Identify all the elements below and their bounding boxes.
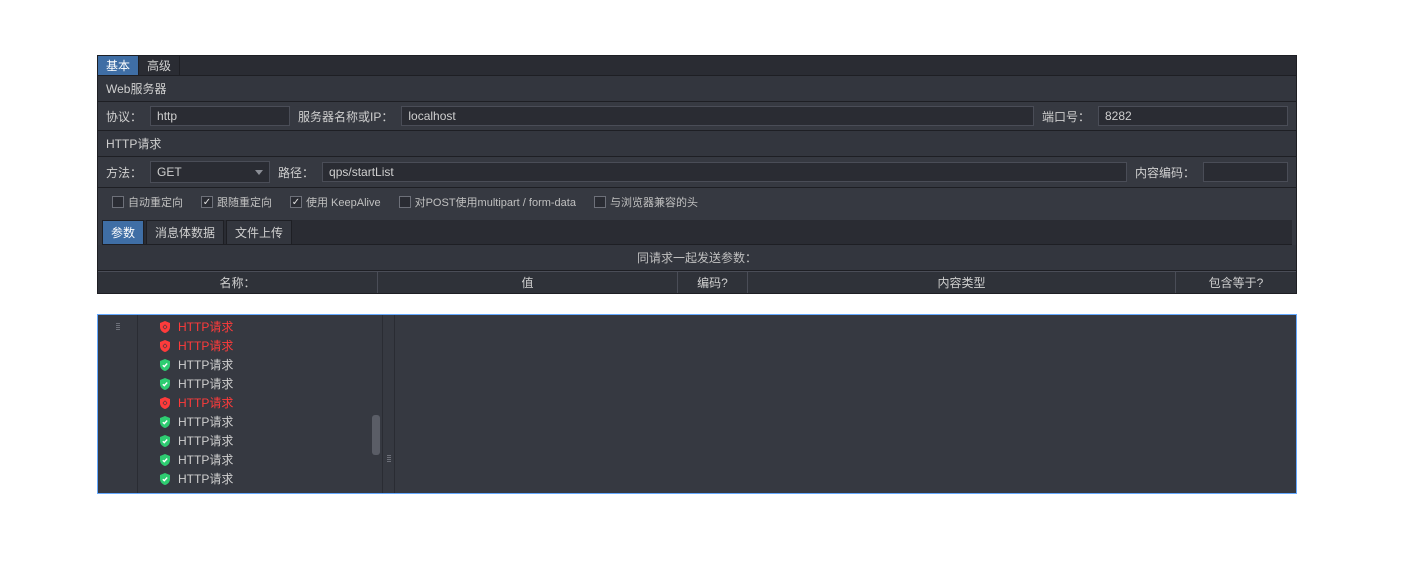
options-row: 自动重定向 跟随重定向 使用 KeepAlive 对POST使用multipar… (98, 188, 1296, 216)
col-name[interactable]: 名称： (98, 272, 378, 293)
tab-basic[interactable]: 基本 (98, 56, 139, 75)
tree-item[interactable]: HTTP请求 (138, 317, 382, 336)
method-value: GET (157, 165, 182, 179)
path-label: 路径： (278, 164, 314, 181)
col-encode[interactable]: 编码? (678, 272, 748, 293)
subtab-params[interactable]: 参数 (102, 220, 144, 244)
param-header: 同请求一起发送参数： (98, 245, 1296, 271)
param-table-header: 名称： 值 编码? 内容类型 包含等于? (98, 271, 1296, 293)
tree-item-label: HTTP请求 (178, 394, 233, 411)
follow-redirect-checkbox[interactable]: 跟随重定向 (201, 194, 272, 210)
encoding-label: 内容编码： (1135, 164, 1195, 181)
server-label: 服务器名称或IP： (298, 108, 393, 125)
tree-item[interactable]: HTTP请求 (138, 412, 382, 431)
shield-ok-icon (158, 358, 172, 372)
web-server-title: Web服务器 (98, 76, 1296, 102)
server-input[interactable] (401, 106, 1034, 126)
param-subtabs: 参数 消息体数据 文件上传 (102, 220, 1292, 245)
left-gutter (98, 315, 138, 493)
http-request-row: 方法： GET 路径： 内容编码： (98, 157, 1296, 188)
splitter[interactable] (383, 315, 395, 493)
tree-item-label: HTTP请求 (178, 337, 233, 354)
protocol-label: 协议： (106, 108, 142, 125)
tree-item-label: HTTP请求 (178, 318, 233, 335)
shield-ok-icon (158, 415, 172, 429)
col-value[interactable]: 值 (378, 272, 678, 293)
port-input[interactable] (1098, 106, 1288, 126)
subtab-files[interactable]: 文件上传 (226, 220, 292, 244)
keepalive-checkbox[interactable]: 使用 KeepAlive (290, 194, 381, 210)
tab-advanced[interactable]: 高级 (139, 56, 180, 75)
details-area (395, 315, 1296, 493)
shield-ok-icon (158, 434, 172, 448)
method-select[interactable]: GET (150, 161, 270, 183)
browser-head-checkbox[interactable]: 与浏览器兼容的头 (594, 194, 698, 210)
multipart-checkbox[interactable]: 对POST使用multipart / form-data (399, 194, 576, 210)
shield-error-icon (158, 339, 172, 353)
path-input[interactable] (322, 162, 1127, 182)
shield-error-icon (158, 396, 172, 410)
tree-item[interactable]: HTTP请求 (138, 450, 382, 469)
encoding-input[interactable] (1203, 162, 1288, 182)
shield-error-icon (158, 320, 172, 334)
http-request-title: HTTP请求 (98, 131, 1296, 157)
config-tabs: 基本 高级 (98, 56, 1296, 76)
scrollbar-thumb[interactable] (372, 415, 380, 455)
tree-item[interactable]: HTTP请求 (138, 355, 382, 374)
tree-item-label: HTTP请求 (178, 375, 233, 392)
col-ctype[interactable]: 内容类型 (748, 272, 1176, 293)
auto-redirect-checkbox[interactable]: 自动重定向 (112, 194, 183, 210)
shield-ok-icon (158, 472, 172, 486)
tree-item[interactable]: HTTP请求 (138, 393, 382, 412)
shield-ok-icon (158, 453, 172, 467)
tree-item-label: HTTP请求 (178, 432, 233, 449)
tree-item[interactable]: HTTP请求 (138, 336, 382, 355)
chevron-down-icon (255, 170, 263, 175)
tree-item-label: HTTP请求 (178, 470, 233, 487)
tree-item-label: HTTP请求 (178, 413, 233, 430)
tree-item-label: HTTP请求 (178, 451, 233, 468)
tree-item-label: HTTP请求 (178, 356, 233, 373)
col-include[interactable]: 包含等于? (1176, 272, 1296, 293)
method-label: 方法： (106, 164, 142, 181)
tree-item[interactable]: HTTP请求 (138, 374, 382, 393)
tree-panel: HTTP请求 HTTP请求 HTTP请求 HTTP请求 HTTP请求 HTTP请求 HTTP… (138, 315, 383, 493)
tree-item[interactable]: HTTP请求 (138, 469, 382, 488)
protocol-input[interactable] (150, 106, 290, 126)
subtab-body[interactable]: 消息体数据 (146, 220, 224, 244)
lower-panel: HTTP请求 HTTP请求 HTTP请求 HTTP请求 HTTP请求 HTTP请求 HTTP… (97, 314, 1297, 494)
port-label: 端口号： (1042, 108, 1090, 125)
web-server-row: 协议： 服务器名称或IP： 端口号： (98, 102, 1296, 131)
shield-ok-icon (158, 377, 172, 391)
tree-item[interactable]: HTTP请求 (138, 431, 382, 450)
